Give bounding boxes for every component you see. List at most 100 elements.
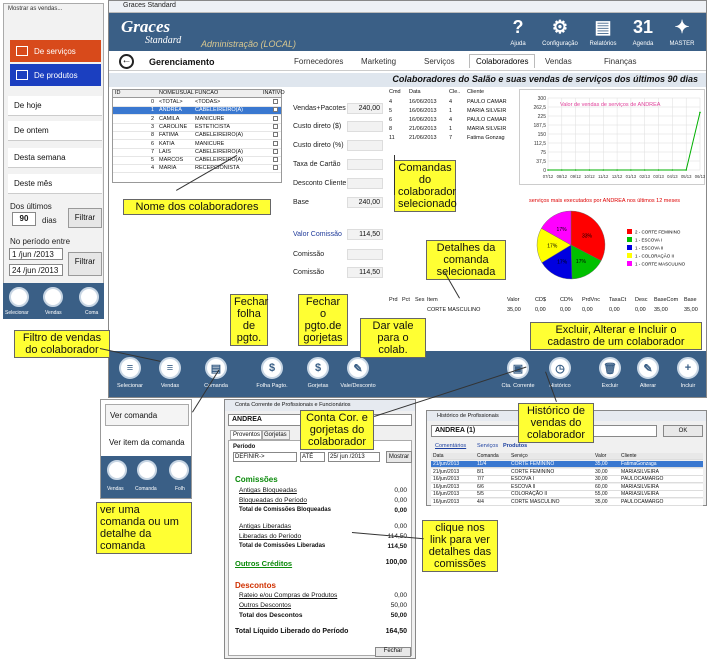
order-icon[interactable]	[79, 287, 99, 307]
filter-this-week[interactable]: Desta semana	[8, 148, 102, 168]
order-row[interactable]: 8 21/06/2013 1 MARIA SILVEIR	[387, 126, 514, 134]
table-row[interactable]: 4 MARIA RECEPCIONISTA	[113, 165, 281, 174]
table-row[interactable]: 6 KATIA MANICURE	[113, 140, 281, 149]
data-point	[699, 111, 701, 114]
sales-icon[interactable]	[43, 287, 63, 307]
history-row[interactable]: 21/jun/2013 11/4 CORTE FEMININO 35,00 Fatima…	[431, 461, 703, 468]
table-row[interactable]: 7 LAIS CABELEIREIRO(A)	[113, 148, 281, 157]
view-order-item-detail[interactable]: Ver item da comanda	[105, 434, 189, 452]
commission-link[interactable]: Bloqueadas do Período	[239, 497, 307, 504]
select-icon[interactable]	[9, 287, 29, 307]
discount-link[interactable]: Outros Descontos	[239, 602, 291, 609]
tab-financas[interactable]: Finanças	[604, 57, 636, 66]
until-date-input[interactable]: 25/ jun /2013	[328, 452, 380, 462]
sales-icon[interactable]: ≡	[159, 357, 181, 379]
filter-yesterday[interactable]: De ontem	[8, 121, 102, 141]
table-cell: 35,00	[595, 461, 608, 467]
history-row[interactable]: 16/jun/2013 6/6 ESCOVA II 60,00 MARIASILVEIR…	[431, 483, 703, 491]
products-sales-button[interactable]: De produtos	[10, 64, 101, 86]
filter-period-button[interactable]: Filtrar	[68, 252, 102, 276]
back-arrow-icon[interactable]: ←	[119, 54, 134, 69]
tab-colaboradores[interactable]: Colaboradores	[469, 54, 536, 68]
other-credits-link[interactable]: Outros Créditos	[235, 559, 292, 568]
order-icon[interactable]: ▤	[205, 357, 227, 379]
tab-servicos[interactable]: Serviços	[477, 443, 498, 449]
callout-advance: Dar vale para o colab.	[360, 318, 426, 358]
help-icon[interactable]: ?	[507, 17, 529, 37]
table-row[interactable]: 8 FATIMA CABELEIREIRO(A)	[113, 132, 281, 141]
days-input[interactable]: 90	[12, 212, 36, 226]
table-row[interactable]: 0 <TOTAL> <TODAS>	[113, 99, 281, 107]
history-icon[interactable]: ◷	[549, 357, 571, 379]
advance-icon[interactable]: ✎	[347, 357, 369, 379]
inactive-checkbox[interactable]	[273, 115, 278, 121]
detail-row[interactable]: CORTE MASCULINO 35,00 0,00 0,00 0,00 0,00 0,00…	[387, 307, 706, 315]
table-row[interactable]: 3 CAROLINE ESTETICISTA	[113, 123, 281, 132]
order-row[interactable]: 4 16/06/2013 4 PAULO CAMAR	[387, 99, 514, 107]
tab-fornecedores[interactable]: Fornecedores	[294, 57, 343, 66]
history-row[interactable]: 16/jun/2013 4/4 CORTE MASCULINO 35,00 PAULOC…	[431, 498, 703, 506]
table-cell: ESCOVA I	[511, 476, 534, 482]
callout-payroll: Fechar folha de pgto.	[230, 294, 268, 346]
inactive-checkbox[interactable]	[273, 165, 278, 171]
sales-icon[interactable]	[107, 460, 127, 480]
services-sales-button[interactable]: De serviços	[10, 40, 101, 62]
history-row[interactable]: 16/jun/2013 5/5 COLORAÇÃO II 55,00 MARIASILV…	[431, 491, 703, 498]
tab-proventos[interactable]: Proventos	[230, 430, 264, 440]
period-select[interactable]: DEFINIR->	[233, 452, 297, 462]
table-cell: 21/jun/2013	[433, 461, 460, 467]
order-icon[interactable]	[137, 460, 157, 480]
tab-servicos[interactable]: Serviços	[424, 57, 455, 66]
tab-comentarios[interactable]: Comentários	[435, 443, 466, 449]
tab-gorjetas[interactable]: Gorjetas	[261, 430, 290, 440]
column-header: INATIVO	[263, 90, 285, 96]
inactive-checkbox[interactable]	[273, 148, 278, 154]
end-date-input[interactable]: 24 /jun /2013	[9, 264, 63, 276]
discount-link[interactable]: Rateio e/ou Compras de Produtos	[239, 592, 337, 599]
table-row[interactable]: 2 CAMILA MANICURE	[113, 115, 281, 124]
history-row[interactable]: 16/jun/2013 7/7 ESCOVA I 30,00 PAULOCAMARGO	[431, 476, 703, 483]
table-row[interactable]: 5 MARCOS CABELEIREIRO(A)	[113, 157, 281, 166]
filter-this-month[interactable]: Deste mês	[8, 174, 102, 194]
view-order-item[interactable]: Ver comanda	[105, 404, 189, 426]
inactive-checkbox[interactable]	[273, 132, 278, 138]
tab-marketing[interactable]: Marketing	[361, 57, 396, 66]
inactive-checkbox[interactable]	[273, 157, 278, 163]
show-button[interactable]: Mostrar	[386, 451, 412, 463]
payroll-icon[interactable]	[169, 460, 189, 480]
table-cell: FatimaGonzaga	[621, 461, 657, 467]
filter-today[interactable]: De hoje	[8, 96, 102, 116]
field-value	[347, 178, 383, 189]
inactive-checkbox[interactable]	[273, 99, 278, 104]
order-row[interactable]: 5 16/06/2013 1 MARIA SILVEIR	[387, 108, 514, 116]
table-row[interactable]: 1 ANDREA CABELEIREIRO(A)	[113, 107, 281, 116]
order-row[interactable]: 6 16/06/2013 4 PAULO CAMAR	[387, 117, 514, 125]
payroll-icon[interactable]: $	[261, 357, 283, 379]
ok-button[interactable]: OK	[663, 425, 703, 437]
inactive-checkbox[interactable]	[273, 140, 278, 146]
close-button[interactable]: Fechar	[375, 647, 411, 657]
calendar-icon[interactable]: 31	[632, 17, 654, 37]
edit-icon[interactable]: ✎	[637, 357, 659, 379]
select-icon[interactable]: ≡	[119, 357, 141, 379]
history-row[interactable]: 21/jun/2013 8/1 CORTE FEMININO 30,00 MARIASI…	[431, 468, 703, 476]
inactive-checkbox[interactable]	[273, 107, 278, 113]
start-date-input[interactable]: 1 /jun /2013	[9, 248, 63, 260]
commission-link[interactable]: Liberadas do Período	[239, 533, 301, 540]
commission-link[interactable]: Antigas Liberadas	[239, 523, 291, 530]
until-select[interactable]: ATÉ	[300, 452, 325, 462]
add-icon[interactable]: +	[677, 357, 699, 379]
inactive-checkbox[interactable]	[273, 123, 278, 129]
tab-produtos[interactable]: Produtos	[503, 443, 527, 449]
tips-icon[interactable]: $	[307, 357, 329, 379]
commission-link[interactable]: Antigas Bloqueadas	[239, 487, 297, 494]
order-row[interactable]: 11 21/06/2013 7 Fatima Gonzag	[387, 135, 514, 143]
master-icon[interactable]: ✦	[671, 17, 693, 37]
printer-icon[interactable]: ▤	[592, 17, 614, 37]
delete-icon[interactable]: 🗑	[599, 357, 621, 379]
tab-vendas[interactable]: Vendas	[545, 57, 572, 66]
data-point	[643, 169, 646, 171]
table-cell: 0,00	[582, 307, 593, 313]
gear-icon[interactable]: ⚙	[549, 17, 571, 37]
filter-days-button[interactable]: Filtrar	[68, 208, 102, 228]
